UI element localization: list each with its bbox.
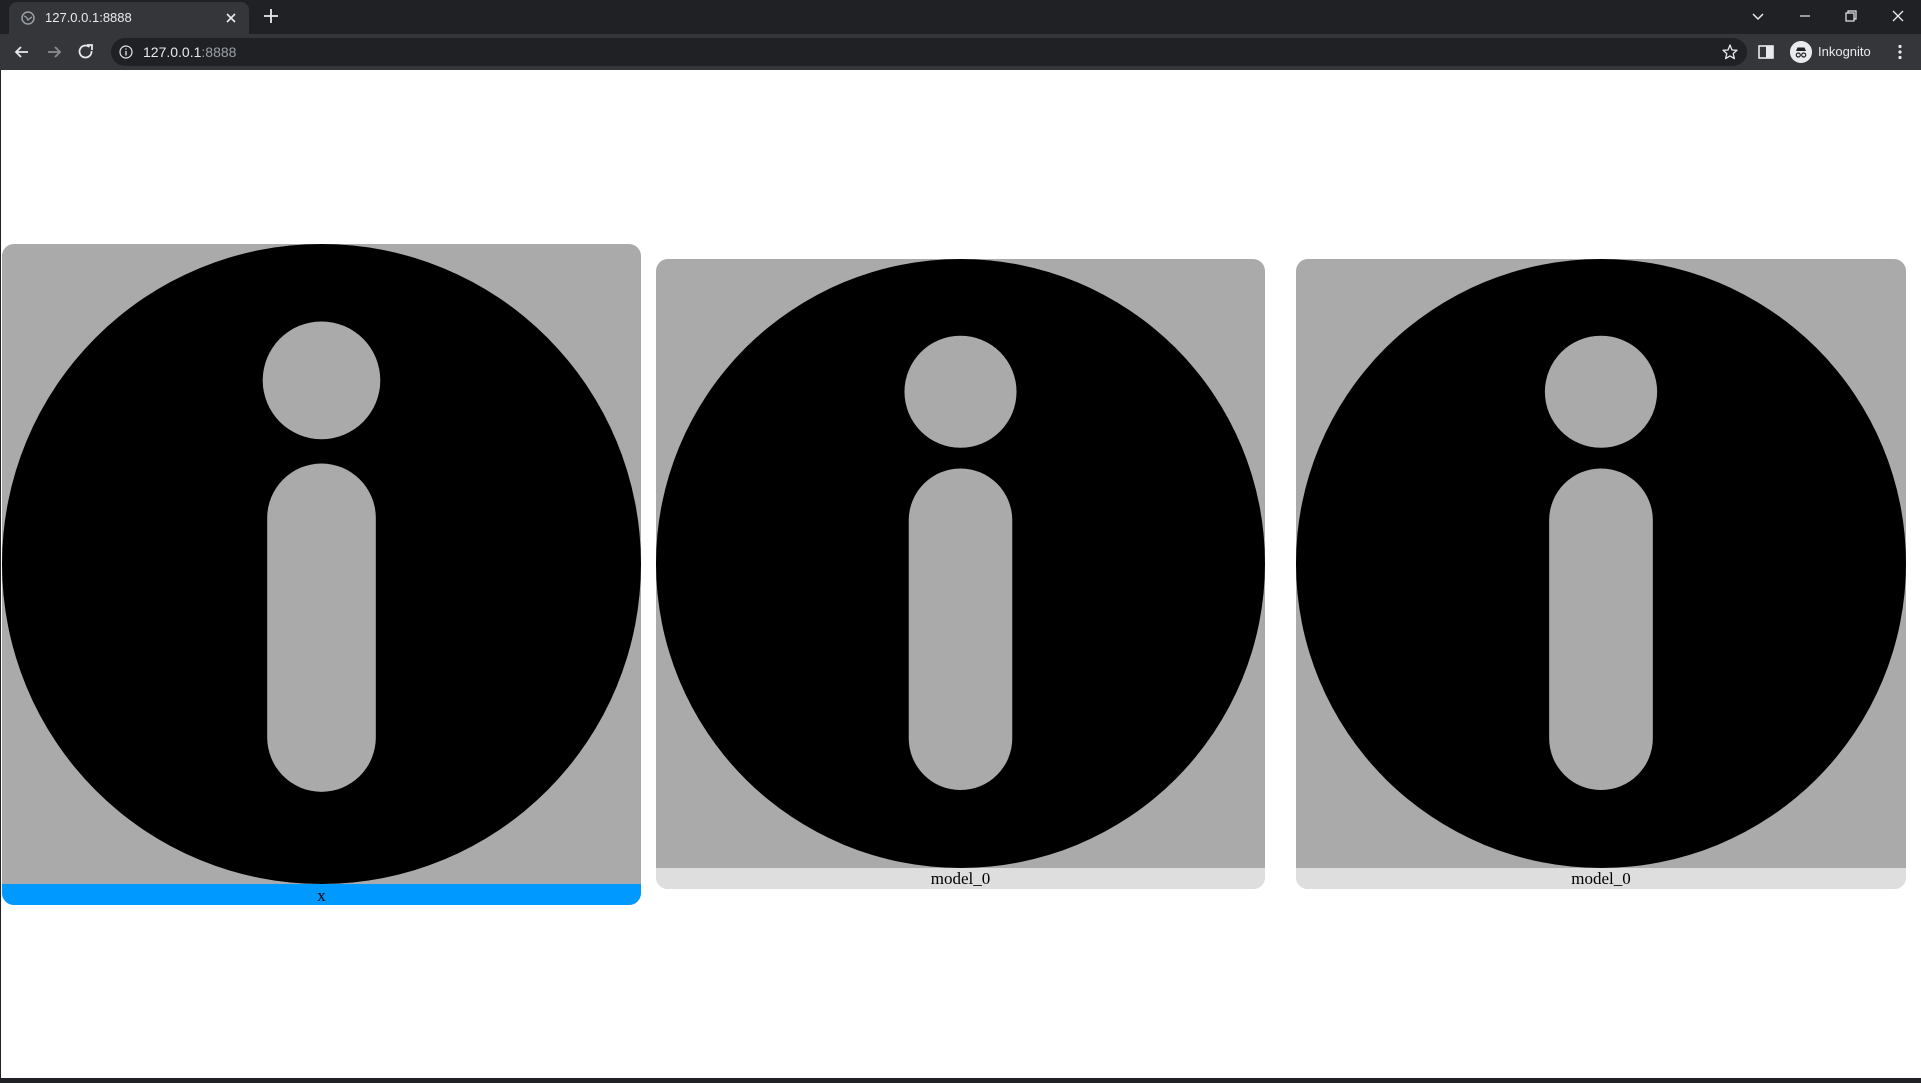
image-card[interactable]: model_0 <box>656 259 1265 889</box>
close-window-icon[interactable] <box>1886 4 1910 28</box>
tab-search-icon[interactable] <box>1746 4 1770 28</box>
info-circle-icon <box>1296 259 1906 868</box>
info-circle-icon <box>656 259 1265 868</box>
window-bottom-edge <box>0 1078 1921 1083</box>
tab-title: 127.0.0.1:8888 <box>45 10 132 25</box>
url-port: :8888 <box>201 44 237 60</box>
restore-icon[interactable] <box>1839 4 1863 28</box>
back-arrow-icon[interactable] <box>12 42 32 62</box>
globe-icon <box>21 11 35 25</box>
address-bar[interactable]: 127.0.0.1:8888 <box>111 38 1747 66</box>
incognito-icon <box>1790 41 1812 63</box>
forward-arrow-icon[interactable] <box>44 42 64 62</box>
tab-strip: 127.0.0.1:8888 <box>0 0 1921 34</box>
side-panel-icon[interactable] <box>1757 43 1775 61</box>
browser-tab[interactable]: 127.0.0.1:8888 <box>9 2 249 34</box>
card-caption: model_0 <box>656 868 1265 889</box>
new-tab-icon[interactable] <box>262 7 280 25</box>
reload-icon[interactable] <box>76 42 96 62</box>
image-card[interactable]: model_0 <box>1296 259 1906 889</box>
image-card-selected[interactable]: x <box>2 244 641 905</box>
card-caption: x <box>2 884 641 905</box>
url-text[interactable]: 127.0.0.1:8888 <box>143 45 236 59</box>
card-caption: model_0 <box>1296 868 1906 889</box>
info-circle-icon <box>2 244 641 884</box>
url-host: 127.0.0.1 <box>143 44 202 60</box>
kebab-menu-icon[interactable] <box>1890 42 1910 62</box>
bookmark-star-icon[interactable] <box>1721 43 1739 61</box>
minimize-icon[interactable] <box>1793 4 1817 28</box>
incognito-profile-button[interactable]: Inkognito <box>1786 38 1888 66</box>
browser-toolbar: 127.0.0.1:8888 Inkognito <box>0 34 1921 70</box>
profile-label: Inkognito <box>1818 44 1871 59</box>
site-info-icon[interactable] <box>119 45 133 59</box>
close-tab-icon[interactable] <box>223 10 239 26</box>
